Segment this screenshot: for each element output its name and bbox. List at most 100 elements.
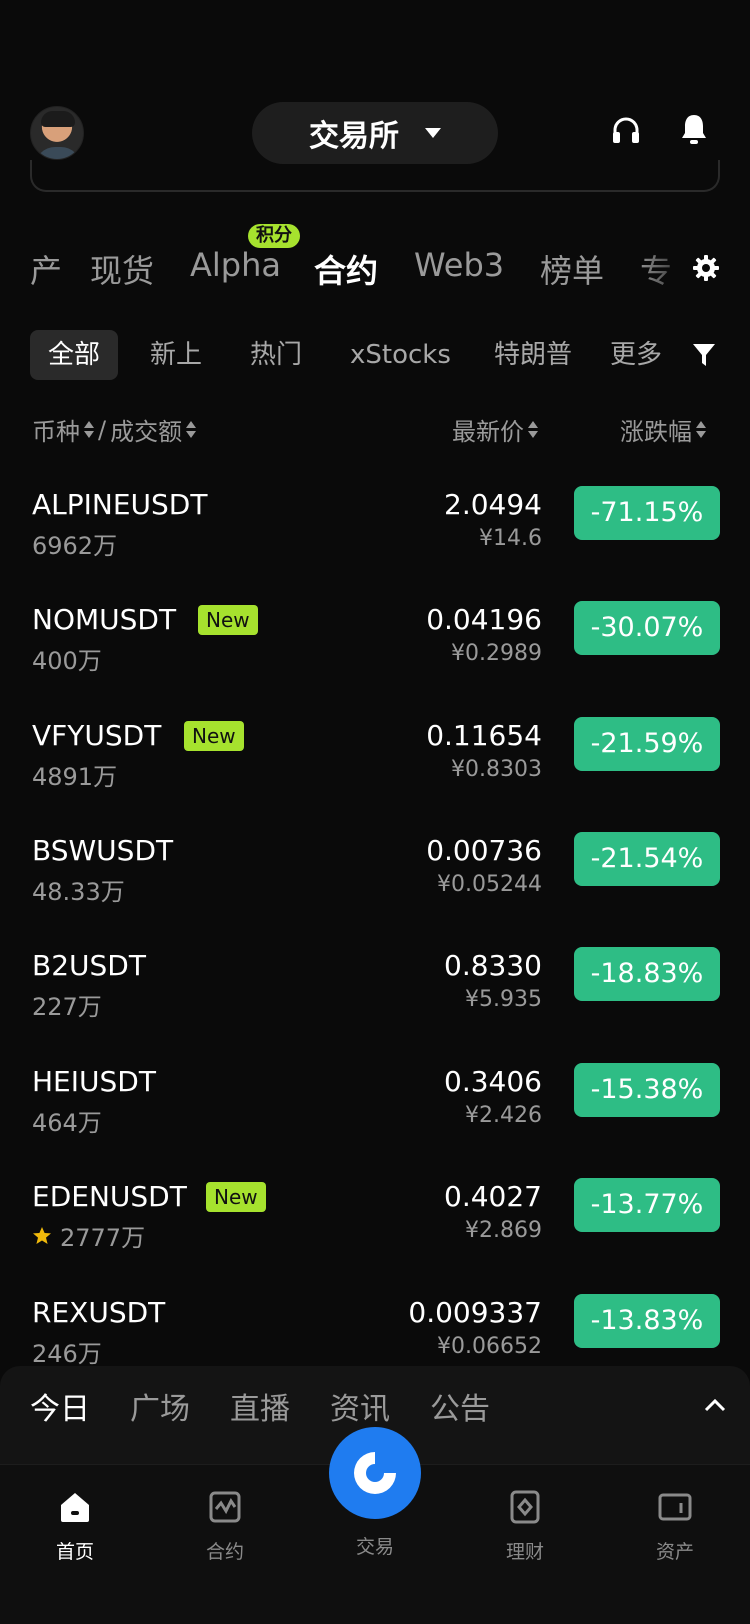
nav-earn[interactable]: 理财 — [470, 1489, 580, 1564]
subtab-trump[interactable]: 特朗普 — [494, 330, 572, 380]
ticker-cny: ¥2.426 — [465, 1103, 542, 1128]
change-badge[interactable]: -18.83% — [574, 947, 720, 1001]
sort-icon — [528, 420, 538, 440]
ticker-cny: ¥14.6 — [479, 526, 542, 551]
news-tab-today[interactable]: 今日 — [30, 1384, 90, 1428]
column-symbol-volume[interactable]: 币种 / 成交额 — [32, 412, 197, 447]
news-tab-live[interactable]: 直播 — [230, 1384, 290, 1428]
ticker-row[interactable]: NOMUSDT New 400万 0.04196 ¥0.2989 -30.07% — [0, 601, 750, 701]
ticker-row[interactable]: BSWUSDT 48.33万 0.00736 ¥0.05244 -21.54% — [0, 832, 750, 932]
ticker-volume: 2777万 — [32, 1218, 145, 1253]
ticker-price: 0.00736 — [426, 834, 542, 867]
nav-home[interactable]: 首页 — [20, 1489, 130, 1564]
assets-icon — [658, 1493, 692, 1521]
trade-icon — [354, 1452, 396, 1494]
sort-icon — [696, 420, 706, 440]
ticker-price: 0.3406 — [444, 1065, 542, 1098]
main-tabs: 产 现货 Alpha 积分 合约 Web3 榜单 专 — [0, 224, 750, 298]
ticker-row[interactable]: VFYUSDT New 4891万 0.11654 ¥0.8303 -21.59… — [0, 717, 750, 817]
exchange-switcher[interactable]: 交易所 — [252, 102, 498, 164]
tab-alpha[interactable]: Alpha — [190, 246, 281, 284]
subtab-new-listing[interactable]: 新上 — [150, 330, 202, 380]
tab-spot[interactable]: 现货 — [90, 246, 154, 292]
points-badge: 积分 — [248, 224, 300, 248]
subtab-all[interactable]: 全部 — [30, 330, 119, 380]
ticker-row[interactable]: ALPINEUSDT 6962万 2.0494 ¥14.6 -71.15% — [0, 486, 750, 586]
change-badge[interactable]: -71.15% — [574, 486, 720, 540]
sort-icon — [186, 420, 197, 440]
top-bar: 交易所 — [0, 100, 750, 166]
change-badge[interactable]: -13.77% — [574, 1178, 720, 1232]
change-badge[interactable]: -21.54% — [574, 832, 720, 886]
ticker-symbol: REXUSDT — [32, 1296, 166, 1329]
subtab-xstocks[interactable]: xStocks — [350, 330, 451, 380]
change-badge[interactable]: -21.59% — [574, 717, 720, 771]
filter-icon[interactable] — [692, 342, 716, 368]
ticker-symbol: EDENUSDT — [32, 1180, 187, 1213]
ticker-price: 0.8330 — [444, 949, 542, 982]
trade-button[interactable] — [329, 1427, 421, 1519]
ticker-volume: 4891万 — [32, 763, 118, 791]
ticker-row[interactable]: HEIUSDT 464万 0.3406 ¥2.426 -15.38% — [0, 1063, 750, 1163]
change-badge[interactable]: -13.83% — [574, 1294, 720, 1348]
ticker-symbol: HEIUSDT — [32, 1065, 156, 1098]
column-change[interactable]: 涨跌幅 — [620, 412, 706, 447]
ticker-volume: 6962万 — [32, 532, 118, 560]
ticker-volume: 464万 — [32, 1109, 102, 1137]
ticker-symbol: BSWUSDT — [32, 834, 174, 867]
headset-icon[interactable] — [610, 114, 642, 146]
column-price[interactable]: 最新价 — [452, 412, 538, 447]
home-icon — [61, 1493, 89, 1522]
star-icon[interactable] — [32, 1226, 52, 1246]
ticker-volume: 227万 — [32, 993, 102, 1021]
ticker-volume: 400万 — [32, 647, 102, 675]
gear-icon[interactable] — [692, 254, 720, 282]
news-tab-announcements[interactable]: 公告 — [430, 1384, 490, 1428]
ticker-cny: ¥0.2989 — [451, 641, 542, 666]
tabs-fade — [636, 238, 696, 298]
tab-partial-left[interactable]: 产 — [30, 246, 62, 292]
chevron-up-icon[interactable] — [704, 1398, 726, 1412]
ticker-symbol: VFYUSDT — [32, 719, 162, 752]
ticker-price: 0.11654 — [426, 719, 542, 752]
tab-rankings[interactable]: 榜单 — [540, 246, 604, 292]
sort-icon — [84, 420, 94, 440]
new-badge: New — [184, 721, 244, 751]
ticker-price: 2.0494 — [444, 488, 542, 521]
nav-earn-label: 理财 — [505, 1541, 544, 1563]
nav-home-label: 首页 — [55, 1541, 94, 1563]
subtab-more[interactable]: 更多 — [610, 330, 662, 380]
earn-icon — [510, 1490, 540, 1524]
column-symbol: 币种 — [32, 418, 80, 446]
ticker-price: 0.009337 — [408, 1296, 542, 1329]
ticker-row[interactable]: B2USDT 227万 0.8330 ¥5.935 -18.83% — [0, 947, 750, 1047]
ticker-cny: ¥2.869 — [465, 1218, 542, 1243]
ticker-symbol: NOMUSDT — [32, 603, 177, 636]
subtab-hot[interactable]: 热门 — [250, 330, 302, 380]
news-tab-news[interactable]: 资讯 — [330, 1384, 390, 1428]
tab-futures[interactable]: 合约 — [314, 246, 378, 292]
avatar[interactable] — [30, 106, 84, 160]
nav-futures[interactable]: 合约 — [170, 1489, 280, 1564]
search-bar-edge — [30, 160, 720, 192]
ticker-price: 0.04196 — [426, 603, 542, 636]
tab-web3[interactable]: Web3 — [414, 246, 504, 284]
new-badge: New — [206, 1182, 266, 1212]
news-tab-square[interactable]: 广场 — [130, 1384, 190, 1428]
ticker-price: 0.4027 — [444, 1180, 542, 1213]
ticker-volume: 246万 — [32, 1340, 102, 1368]
ticker-cny: ¥0.05244 — [437, 872, 542, 897]
new-badge: New — [198, 605, 258, 635]
bell-icon[interactable] — [678, 112, 710, 146]
column-volume: 成交额 — [110, 418, 183, 446]
nav-assets-label: 资产 — [655, 1541, 694, 1563]
exchange-label: 交易所 — [309, 119, 399, 154]
change-badge[interactable]: -15.38% — [574, 1063, 720, 1117]
ticker-cny: ¥0.8303 — [451, 757, 542, 782]
ticker-cny: ¥5.935 — [465, 987, 542, 1012]
change-badge[interactable]: -30.07% — [574, 601, 720, 655]
nav-futures-label: 合约 — [205, 1541, 244, 1563]
ticker-row[interactable]: EDENUSDT New 2777万 0.4027 ¥2.869 -13.77% — [0, 1178, 750, 1278]
column-change-label: 涨跌幅 — [620, 418, 692, 446]
nav-assets[interactable]: 资产 — [620, 1489, 730, 1564]
